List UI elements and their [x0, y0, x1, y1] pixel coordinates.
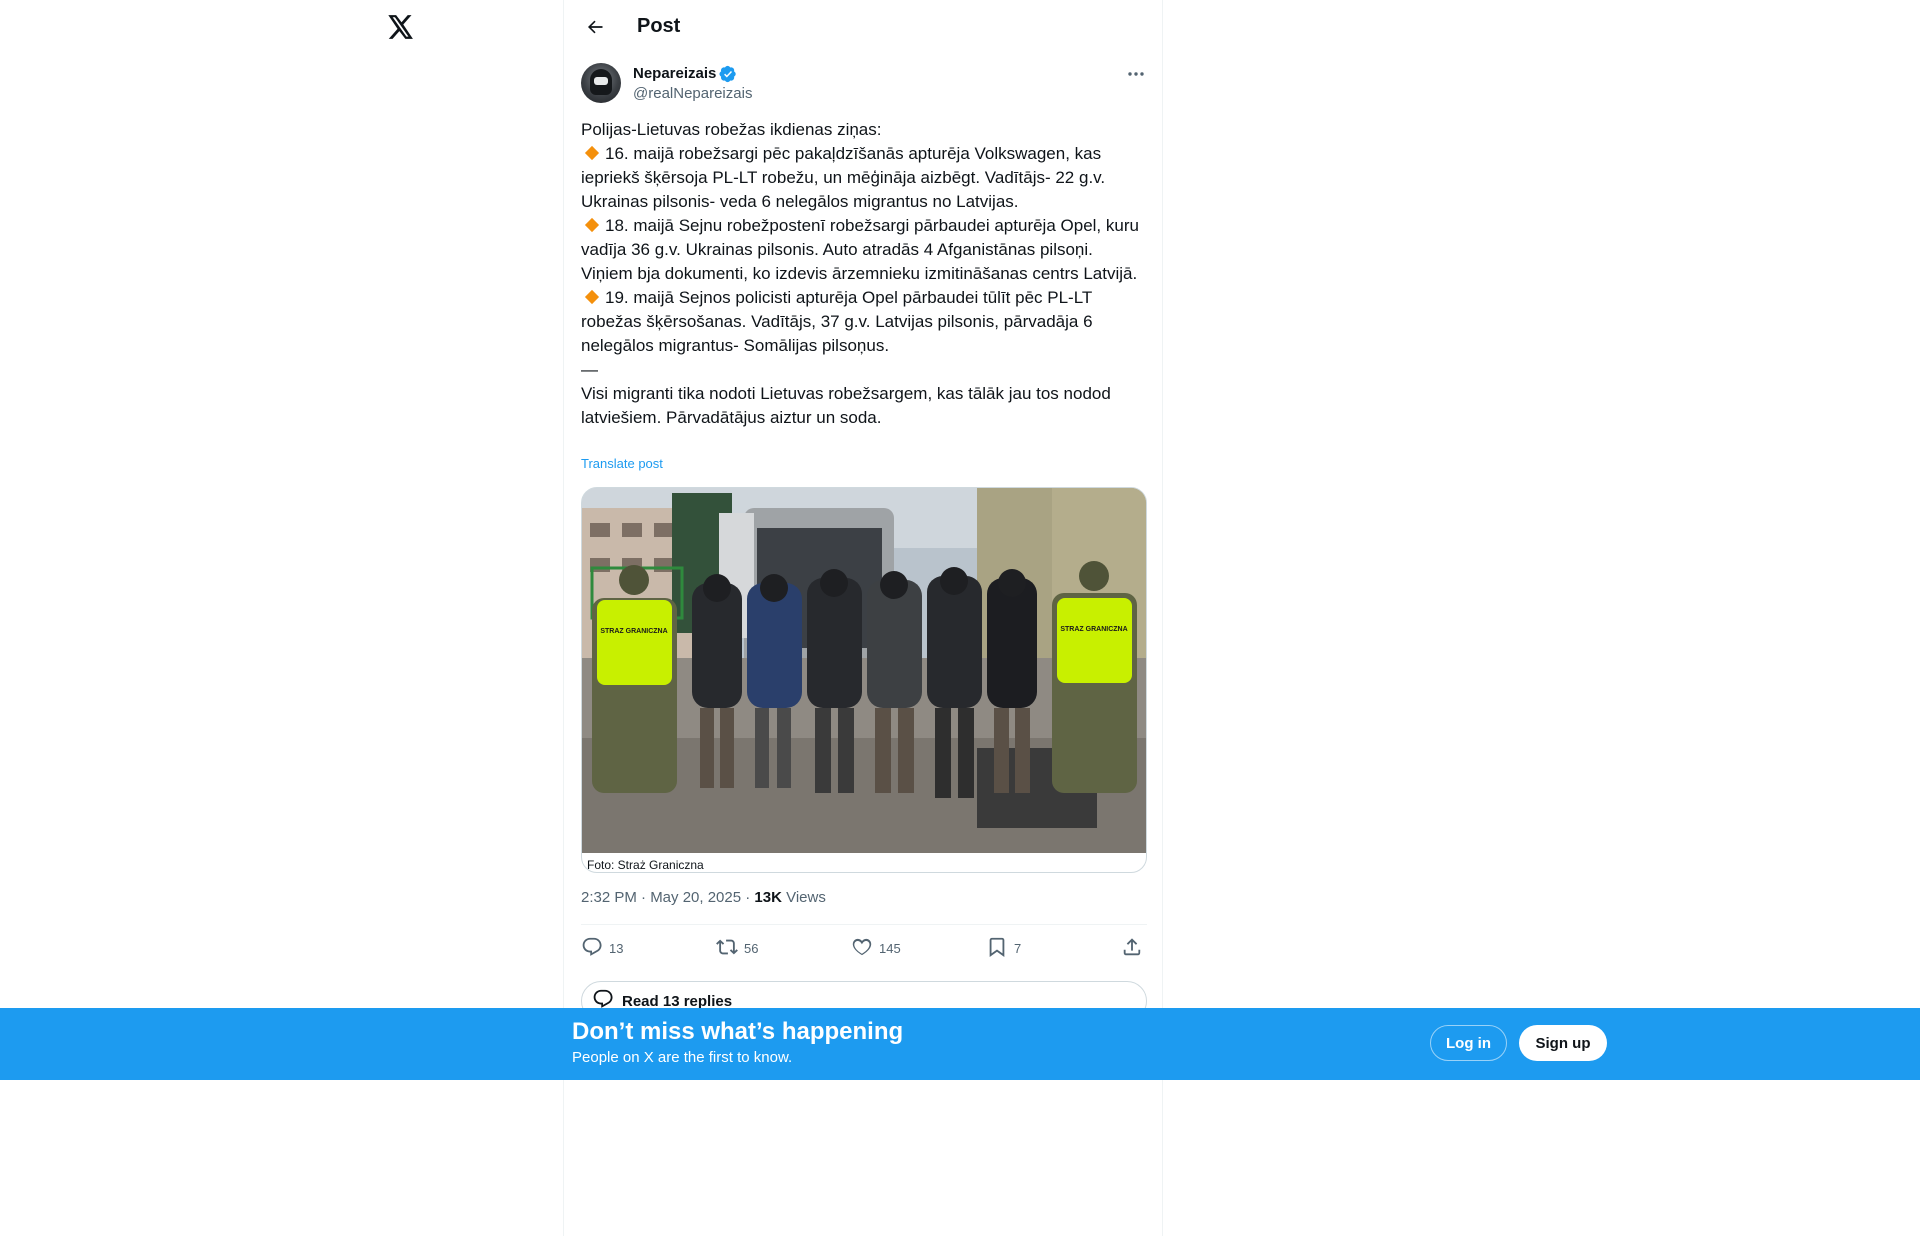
reply-count: 13 — [609, 940, 624, 956]
signup-banner: Don’t miss what’s happening People on X … — [0, 1008, 1920, 1080]
media-card[interactable]: STRAZ GRANICZNA STRAZ GRANICZNA Foto: St… — [581, 487, 1147, 873]
photo[interactable]: STRAZ GRANICZNA STRAZ GRANICZNA — [582, 488, 1147, 853]
login-button[interactable]: Log in — [1430, 1025, 1507, 1061]
bookmark-button[interactable]: 7 — [986, 935, 1021, 961]
header: Post — [564, 0, 1162, 53]
post-time[interactable]: 2:32 PM · May 20, 2025 · — [581, 889, 754, 906]
tweet-outro: Visi migranti tika nodoti Lietuvas robež… — [581, 384, 1111, 427]
views-label: Views — [781, 889, 826, 906]
repost-count: 56 — [744, 940, 759, 956]
tweet-intro: Polijas-Lietuvas robežas ikdienas ziņas: — [581, 120, 882, 139]
vest-text: STRAZ GRANICZNA — [600, 628, 667, 635]
share-button[interactable] — [1121, 935, 1143, 961]
share-icon — [1121, 936, 1143, 961]
signup-button[interactable]: Sign up — [1519, 1025, 1607, 1061]
banner-title: Don’t miss what’s happening — [572, 1018, 904, 1045]
read-replies-label: Read 13 replies — [622, 992, 733, 1010]
back-arrow-icon[interactable] — [578, 10, 612, 44]
photo-caption: Foto: Straż Graniczna — [587, 858, 704, 872]
reply-icon — [581, 936, 603, 961]
tweet-item: 19. maijā Sejnos policisti apturēja Opel… — [581, 286, 1149, 358]
bookmark-icon — [986, 936, 1008, 961]
tweet-item: 16. maijā robežsargi pēc pakaļdzīšanās a… — [581, 142, 1149, 214]
page: Post Nepareizais @realNepareizais Polija… — [0, 0, 1920, 1236]
tweet-text: Polijas-Lietuvas robežas ikdienas ziņas:… — [581, 118, 1149, 430]
bookmark-count: 7 — [1014, 940, 1022, 956]
more-icon[interactable] — [1125, 65, 1147, 83]
banner-subtitle: People on X are the first to know. — [572, 1049, 793, 1066]
vest-text: STRAZ GRANICZNA — [1060, 626, 1127, 633]
post-meta: 2:32 PM · May 20, 2025 · 13K Views — [581, 888, 826, 908]
diamond-icon — [584, 145, 600, 161]
like-count: 145 — [879, 940, 901, 956]
author-handle[interactable]: @realNepareizais — [633, 84, 752, 104]
diamond-icon — [584, 217, 600, 233]
reply-button[interactable]: 13 — [581, 935, 623, 961]
tweet-separator: — — [581, 360, 598, 379]
tweet-item: 18. maijā Sejnu robežpostenī robežsargi … — [581, 214, 1149, 286]
translate-post-link[interactable]: Translate post — [581, 456, 663, 472]
like-icon — [851, 936, 873, 961]
tweet-item-text: 19. maijā Sejnos policisti apturēja Opel… — [581, 288, 1093, 355]
repost-button[interactable]: 56 — [716, 935, 758, 961]
action-bar: 13 56 145 7 — [581, 935, 1147, 961]
tweet-item-text: 16. maijā robežsargi pēc pakaļdzīšanās a… — [581, 144, 1106, 211]
author-name[interactable]: Nepareizais — [633, 64, 737, 84]
page-title: Post — [637, 15, 681, 37]
like-button[interactable]: 145 — [851, 935, 901, 961]
author-name-text[interactable]: Nepareizais — [633, 64, 716, 84]
repost-icon — [716, 936, 738, 961]
avatar[interactable] — [581, 63, 621, 103]
x-logo-icon[interactable] — [386, 12, 416, 42]
divider — [581, 924, 1147, 925]
diamond-icon — [584, 289, 600, 305]
author: Nepareizais @realNepareizais — [581, 63, 1147, 107]
verified-badge-icon — [719, 65, 737, 83]
views-count: 13K — [754, 889, 782, 906]
tweet-item-text: 18. maijā Sejnu robežpostenī robežsargi … — [581, 216, 1139, 283]
